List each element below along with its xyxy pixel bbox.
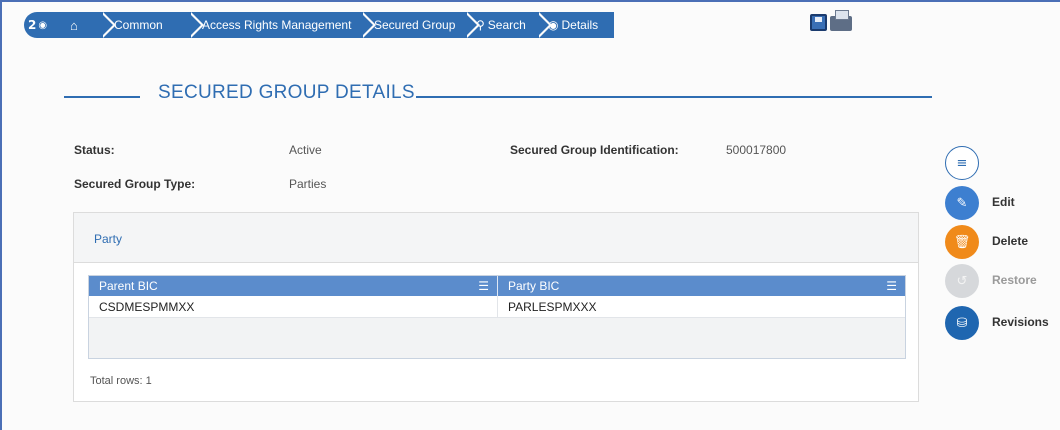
history-count: 2 [28, 18, 37, 32]
edit-label[interactable]: Edit [992, 195, 1015, 209]
table-header: Parent BIC ☰ Party BIC ☰ [89, 276, 905, 296]
party-table: Parent BIC ☰ Party BIC ☰ CSDMESPMMXX PAR… [88, 275, 906, 359]
menu-icon[interactable]: ☰ [886, 279, 897, 293]
tab-party[interactable]: Party [94, 232, 122, 246]
breadcrumb-label: Search [487, 18, 526, 32]
table-cell: PARLESPMXXX [508, 300, 597, 314]
home-icon: ⌂ [70, 17, 78, 33]
toolbar-icons [810, 10, 856, 36]
breadcrumb-access-rights[interactable]: Access Rights Management [182, 12, 376, 38]
column-header-parent-bic[interactable]: Parent BIC ☰ [89, 276, 497, 296]
menu-icon[interactable]: ☰ [478, 279, 489, 293]
eye-icon: ◉ [38, 19, 48, 31]
column-header-party-bic[interactable]: Party BIC ☰ [498, 276, 905, 296]
identification-label: Secured Group Identification: [510, 143, 679, 157]
delete-button[interactable]: 🗑 [945, 225, 979, 259]
edit-icon: ✎ [956, 195, 968, 211]
panel-header: Party [74, 213, 918, 263]
edit-button[interactable]: ✎ [945, 186, 979, 220]
revisions-label[interactable]: Revisions [992, 315, 1049, 329]
list-icon: ≡ [956, 155, 968, 171]
status-value: Active [289, 143, 322, 157]
restore-icon: ↺ [956, 273, 968, 289]
revisions-button[interactable]: ⛁ [945, 306, 979, 340]
type-value: Parties [289, 177, 327, 191]
breadcrumb-label: Access Rights Management [202, 18, 352, 32]
delete-label[interactable]: Delete [992, 234, 1028, 248]
trash-icon: 🗑 [953, 234, 971, 250]
title-divider [416, 96, 932, 98]
list-button[interactable]: ≡ [945, 146, 979, 180]
breadcrumb-label: Details [561, 18, 599, 32]
table-row[interactable]: CSDMESPMMXX PARLESPMXXX [89, 296, 905, 318]
restore-label: Restore [992, 273, 1037, 287]
column-label: Party BIC [508, 279, 560, 293]
restore-button: ↺ [945, 264, 979, 298]
party-panel: Party Parent BIC ☰ Party BIC ☰ CSDMESPMM… [73, 212, 919, 402]
title-divider [64, 96, 140, 98]
type-label: Secured Group Type: [74, 177, 196, 191]
table-cell: CSDMESPMMXX [99, 300, 195, 314]
save-icon[interactable] [810, 14, 827, 31]
page-title: SECURED GROUP DETAILS [158, 82, 415, 103]
app-frame: 2 ◉ ⌂ Common Access Rights Management Se… [0, 0, 1060, 430]
identification-value: 500017800 [726, 143, 787, 157]
history-counter[interactable]: 2 ◉ [24, 12, 58, 38]
total-rows: Total rows: 1 [90, 375, 152, 387]
status-label: Status: [74, 143, 115, 157]
print-icon[interactable] [830, 10, 852, 31]
column-label: Parent BIC [99, 279, 158, 293]
database-icon: ⛁ [956, 315, 968, 331]
